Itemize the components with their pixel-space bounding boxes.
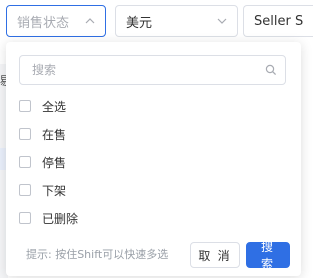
checkbox[interactable] — [19, 128, 31, 140]
multi-select-hint: 提示: 按住Shift可以快速多选 — [26, 248, 169, 261]
dropdown-search-input[interactable] — [30, 62, 265, 78]
option-label: 停售 — [42, 155, 67, 170]
checkbox[interactable] — [19, 212, 31, 224]
option-deleted[interactable]: 已删除 — [19, 209, 78, 227]
search-button[interactable]: 搜 索 — [246, 240, 290, 271]
option-delisted[interactable]: 下架 — [19, 181, 66, 199]
sales-status-select[interactable]: 销售状态 — [6, 5, 106, 37]
option-select-all[interactable]: 全选 — [19, 97, 66, 115]
currency-value: 美元 — [126, 15, 153, 31]
option-label: 下架 — [42, 183, 67, 198]
seller-sku-label: Seller SKU — [254, 13, 303, 29]
option-stopped[interactable]: 停售 — [19, 153, 66, 171]
option-label: 全选 — [42, 99, 67, 114]
dropdown-search-box[interactable] — [19, 55, 286, 85]
option-label: 在售 — [42, 127, 67, 142]
currency-select[interactable]: 美元 — [115, 5, 238, 37]
chevron-up-icon — [85, 18, 95, 24]
option-label: 已删除 — [42, 211, 79, 226]
checkbox[interactable] — [19, 184, 31, 196]
checkbox[interactable] — [19, 156, 31, 168]
chevron-down-icon — [217, 18, 227, 24]
option-on-sale[interactable]: 在售 — [19, 125, 66, 143]
sales-status-placeholder: 销售状态 — [17, 15, 70, 31]
status-dropdown-panel: 全选 在售 停售 下架 已删除 提示: 按住Shift可以快速多选 取 消 搜 … — [6, 42, 301, 276]
search-icon[interactable] — [265, 64, 277, 76]
cancel-button[interactable]: 取 消 — [190, 242, 240, 268]
seller-sku-select[interactable]: Seller SKU — [243, 5, 313, 37]
checkbox[interactable] — [19, 100, 31, 112]
